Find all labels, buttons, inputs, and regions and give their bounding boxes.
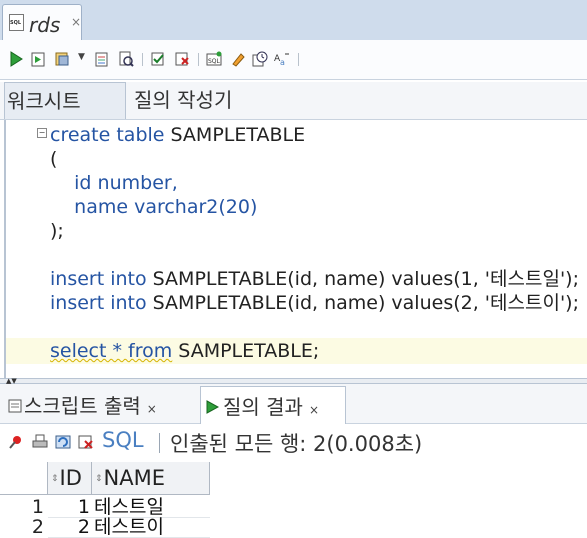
sort-icon: ⇕: [95, 473, 103, 484]
cell-name[interactable]: 테스트이: [92, 516, 210, 538]
svg-text:SQL: SQL: [208, 58, 221, 65]
sql-tuning-icon[interactable]: [118, 51, 134, 67]
cell-name[interactable]: 테스트일: [92, 496, 210, 518]
run-script-icon[interactable]: [30, 51, 46, 67]
code-line-10: select * from SAMPLETABLE;: [50, 340, 320, 362]
code-line-2: (: [50, 148, 58, 170]
toolbar-separator: [142, 53, 143, 66]
fetch-status-text: 인출된 모든 행: 2(0.008초): [170, 432, 423, 456]
tab-query-result[interactable]: 질의 결과 ×: [200, 386, 346, 424]
close-query-result-icon[interactable]: ×: [309, 403, 319, 417]
autotrace-icon[interactable]: [54, 51, 70, 67]
close-script-output-icon[interactable]: ×: [147, 402, 157, 416]
sql-file-icon: [9, 14, 24, 31]
history-icon[interactable]: [252, 51, 268, 67]
toolbar-separator: [159, 433, 160, 453]
row-number: 1: [31, 496, 44, 518]
code-line-8: insert into SAMPLETABLE(id, name) values…: [50, 292, 579, 314]
tab-script-output-label: 스크립트 출력: [24, 394, 141, 418]
code-line-7: insert into SAMPLETABLE(id, name) values…: [50, 268, 579, 290]
result-grid: ⇕ID ⇕NAME 1 1 테스트일 2 2 테스트이: [0, 460, 587, 538]
rollback-icon[interactable]: [174, 51, 190, 67]
row-number-header: [0, 462, 48, 495]
code-line-1: create table SAMPLETABLE: [50, 124, 306, 146]
dropdown-icon[interactable]: ▼: [78, 52, 85, 62]
pin-icon[interactable]: [8, 434, 24, 450]
result-toolbar: SQL 인출된 모든 행: 2(0.008초): [0, 424, 587, 460]
tab-query-result-label: 질의 결과: [223, 395, 303, 419]
output-tabs: 스크립트 출력 × 질의 결과 ×: [0, 384, 587, 424]
script-output-icon: [8, 399, 22, 413]
toolbar-separator: [298, 53, 299, 66]
tab-script-output[interactable]: 스크립트 출력 ×: [4, 386, 157, 424]
tab-worksheet[interactable]: 워크시트: [4, 82, 126, 119]
clear-icon[interactable]: [230, 51, 246, 67]
column-header-name[interactable]: ⇕NAME: [92, 462, 210, 495]
sql-link[interactable]: SQL: [102, 428, 144, 452]
fold-toggle-icon[interactable]: −: [37, 128, 47, 138]
sort-icon: ⇕: [51, 473, 59, 484]
cell-id[interactable]: 1: [48, 496, 92, 518]
explain-plan-icon[interactable]: [94, 51, 110, 67]
close-tab-icon[interactable]: ×: [71, 15, 81, 29]
refresh-icon[interactable]: [55, 434, 71, 450]
document-tab-strip: rds ×: [0, 0, 587, 40]
code-line-3: id number,: [50, 172, 178, 194]
code-line-4: name varchar2(20): [50, 196, 258, 218]
tab-query-builder[interactable]: 질의 작성기: [134, 82, 232, 119]
unshared-sql-icon[interactable]: SQL: [206, 51, 222, 67]
worksheet-toolbar: ▼ SQL Aa: [0, 40, 587, 80]
cancel-fetch-icon[interactable]: [78, 434, 94, 450]
print-icon[interactable]: [32, 434, 48, 450]
sql-editor[interactable]: − create table SAMPLETABLE ( id number, …: [0, 120, 587, 378]
cell-id[interactable]: 2: [48, 516, 92, 538]
document-tab-rds[interactable]: rds ×: [2, 4, 82, 40]
row-number: 2: [31, 516, 44, 538]
document-tab-title: rds: [29, 13, 61, 37]
toolbar-separator: [198, 53, 199, 66]
run-result-icon: [206, 400, 219, 414]
run-statement-icon[interactable]: [8, 51, 24, 67]
commit-icon[interactable]: [150, 51, 166, 67]
code-line-5: );: [50, 220, 64, 242]
format-icon[interactable]: Aa: [274, 51, 290, 67]
editor-tabs: 워크시트 질의 작성기: [0, 82, 587, 120]
column-header-id[interactable]: ⇕ID: [48, 462, 92, 495]
svg-text:a: a: [280, 58, 285, 67]
